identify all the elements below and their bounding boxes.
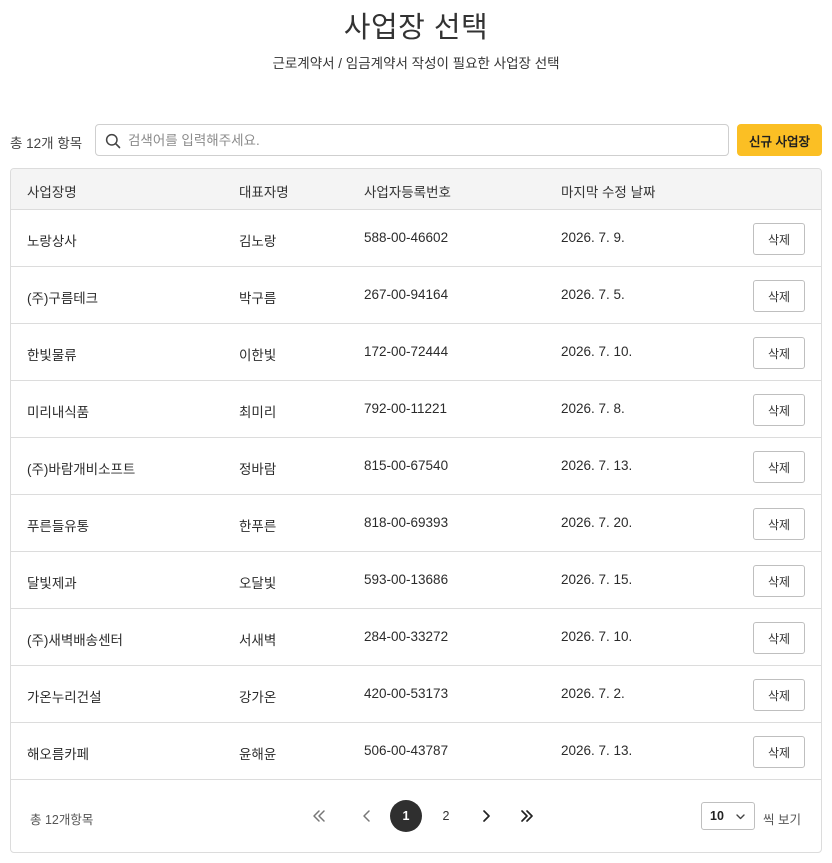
cell-registration-number: 420-00-53173: [364, 686, 449, 701]
footer-total-count: 총 12개항목: [30, 813, 94, 827]
delete-button[interactable]: 삭제: [753, 565, 805, 597]
cell-representative: 이한빛: [239, 348, 277, 363]
cell-registration-number: 267-00-94164: [364, 287, 449, 302]
delete-button[interactable]: 삭제: [753, 451, 805, 483]
cell-last-modified: 2026. 7. 10.: [561, 344, 633, 359]
cell-last-modified: 2026. 7. 13.: [561, 458, 633, 473]
cell-registration-number: 593-00-13686: [364, 572, 449, 587]
cell-business-name: 미리내식품: [27, 405, 90, 420]
chevrons-left-icon: [313, 810, 325, 822]
cell-representative: 오달빛: [239, 576, 277, 591]
table-body: 노랑상사 김노랑 588-00-46602 2026. 7. 9. 삭제 (주)…: [11, 210, 821, 780]
cell-registration-number: 284-00-33272: [364, 629, 449, 644]
total-count: 총 12개 항목: [10, 136, 83, 151]
cell-representative: 강가온: [239, 690, 277, 705]
cell-business-name: 달빛제과: [27, 576, 77, 591]
table-row[interactable]: 한빛물류 이한빛 172-00-72444 2026. 7. 10. 삭제: [11, 324, 821, 381]
table-row[interactable]: (주)구름테크 박구름 267-00-94164 2026. 7. 5. 삭제: [11, 267, 821, 324]
cell-business-name: (주)구름테크: [27, 291, 99, 306]
cell-registration-number: 815-00-67540: [364, 458, 449, 473]
delete-button[interactable]: 삭제: [753, 736, 805, 768]
cell-business-name: (주)바람개비소프트: [27, 462, 136, 477]
cell-registration-number: 172-00-72444: [364, 344, 449, 359]
page-button-1[interactable]: 1: [390, 800, 422, 832]
table-row[interactable]: 가온누리건설 강가온 420-00-53173 2026. 7. 2. 삭제: [11, 666, 821, 723]
delete-button[interactable]: 삭제: [753, 508, 805, 540]
cell-business-name: 한빛물류: [27, 348, 77, 363]
table-row[interactable]: 노랑상사 김노랑 588-00-46602 2026. 7. 9. 삭제: [11, 210, 821, 267]
cell-registration-number: 588-00-46602: [364, 230, 449, 245]
page-subtitle: 근로계약서 / 임금계약서 작성이 필요한 사업장 선택: [272, 56, 560, 71]
delete-button[interactable]: 삭제: [753, 280, 805, 312]
cell-registration-number: 506-00-43787: [364, 743, 449, 758]
delete-button[interactable]: 삭제: [753, 394, 805, 426]
first-page-button[interactable]: [303, 800, 335, 832]
page-button-2[interactable]: 2: [430, 800, 462, 832]
table-row[interactable]: (주)바람개비소프트 정바람 815-00-67540 2026. 7. 13.…: [11, 438, 821, 495]
cell-business-name: 가온누리건설: [27, 690, 102, 705]
new-business-button[interactable]: 신규 사업장: [737, 124, 822, 156]
last-page-button[interactable]: [511, 800, 543, 832]
cell-registration-number: 818-00-69393: [364, 515, 449, 530]
cell-last-modified: 2026. 7. 15.: [561, 572, 633, 587]
cell-representative: 최미리: [239, 405, 277, 420]
column-header-registration-number: 사업자등록번호: [364, 185, 451, 200]
page-size-suffix: 씩 보기: [763, 813, 801, 827]
table-header: 사업장명 대표자명 사업자등록번호 마지막 수정 날짜: [11, 169, 821, 210]
business-table: 사업장명 대표자명 사업자등록번호 마지막 수정 날짜 노랑상사 김노랑 588…: [10, 168, 822, 853]
column-header-name: 사업장명: [27, 185, 77, 200]
cell-last-modified: 2026. 7. 2.: [561, 686, 625, 701]
next-page-button[interactable]: [470, 800, 502, 832]
cell-representative: 박구름: [239, 291, 277, 306]
cell-business-name: (주)새벽배송센터: [27, 633, 123, 648]
cell-last-modified: 2026. 7. 9.: [561, 230, 625, 245]
table-row[interactable]: 푸른들유통 한푸른 818-00-69393 2026. 7. 20. 삭제: [11, 495, 821, 552]
chevron-left-icon: [363, 810, 370, 822]
cell-last-modified: 2026. 7. 8.: [561, 401, 625, 416]
search-icon: [105, 133, 121, 149]
delete-button[interactable]: 삭제: [753, 622, 805, 654]
delete-button[interactable]: 삭제: [753, 223, 805, 255]
cell-representative: 김노랑: [239, 234, 277, 249]
cell-business-name: 노랑상사: [27, 234, 77, 249]
search-input[interactable]: [128, 126, 718, 154]
prev-page-button[interactable]: [351, 800, 383, 832]
cell-registration-number: 792-00-11221: [364, 401, 448, 416]
column-header-last-modified: 마지막 수정 날짜: [561, 185, 656, 200]
table-row[interactable]: 해오름카페 윤해윤 506-00-43787 2026. 7. 13. 삭제: [11, 723, 821, 780]
cell-last-modified: 2026. 7. 20.: [561, 515, 633, 530]
delete-button[interactable]: 삭제: [753, 337, 805, 369]
cell-last-modified: 2026. 7. 5.: [561, 287, 625, 302]
page-size-select[interactable]: 10: [701, 802, 755, 830]
delete-button[interactable]: 삭제: [753, 679, 805, 711]
chevron-right-icon: [483, 810, 490, 822]
chevrons-right-icon: [521, 810, 533, 822]
cell-representative: 서새벽: [239, 633, 277, 648]
cell-representative: 정바람: [239, 462, 277, 477]
cell-business-name: 푸른들유통: [27, 519, 90, 534]
pagination: 1 2: [303, 800, 543, 832]
search-box[interactable]: [95, 124, 729, 156]
toolbar: 총 12개 항목 신규 사업장: [10, 124, 822, 156]
cell-business-name: 해오름카페: [27, 747, 90, 762]
table-footer: 총 12개항목 1 2 10 씩 보기: [11, 780, 821, 852]
cell-representative: 윤해윤: [239, 747, 277, 762]
column-header-representative: 대표자명: [239, 185, 289, 200]
cell-last-modified: 2026. 7. 10.: [561, 629, 633, 644]
cell-last-modified: 2026. 7. 13.: [561, 743, 633, 758]
table-row[interactable]: 미리내식품 최미리 792-00-11221 2026. 7. 8. 삭제: [11, 381, 821, 438]
table-row[interactable]: 달빛제과 오달빛 593-00-13686 2026. 7. 15. 삭제: [11, 552, 821, 609]
page-size-value: 10: [710, 809, 724, 823]
cell-representative: 한푸른: [239, 519, 277, 534]
page-title: 사업장 선택: [343, 12, 489, 44]
table-row[interactable]: (주)새벽배송센터 서새벽 284-00-33272 2026. 7. 10. …: [11, 609, 821, 666]
chevron-down-icon: [736, 814, 745, 820]
